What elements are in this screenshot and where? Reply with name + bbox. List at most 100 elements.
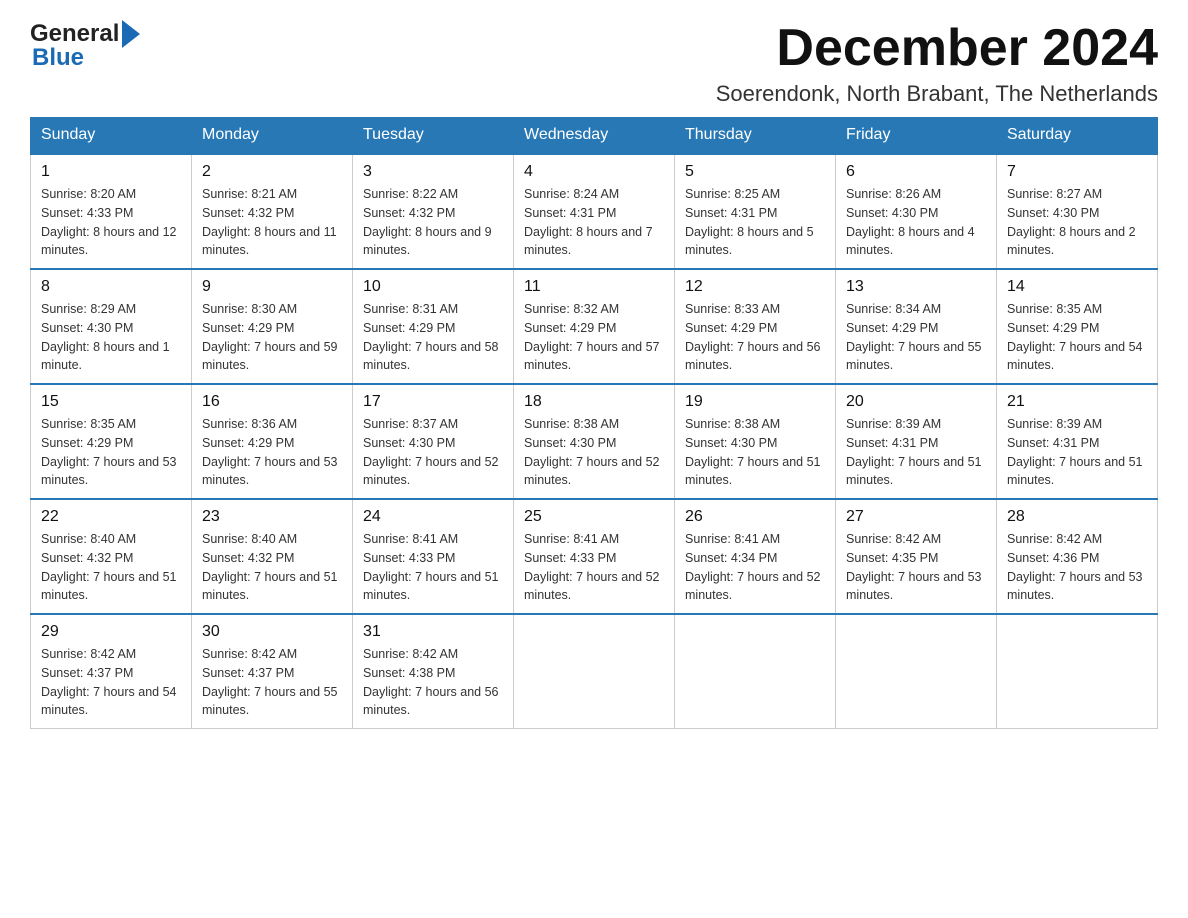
calendar-cell: 10 Sunrise: 8:31 AM Sunset: 4:29 PM Dayl… bbox=[353, 269, 514, 384]
calendar-cell: 26 Sunrise: 8:41 AM Sunset: 4:34 PM Dayl… bbox=[675, 499, 836, 614]
day-info: Sunrise: 8:40 AM Sunset: 4:32 PM Dayligh… bbox=[202, 530, 342, 605]
day-info: Sunrise: 8:35 AM Sunset: 4:29 PM Dayligh… bbox=[1007, 300, 1147, 375]
calendar-cell: 29 Sunrise: 8:42 AM Sunset: 4:37 PM Dayl… bbox=[31, 614, 192, 729]
logo-triangle-icon bbox=[122, 20, 140, 48]
day-info: Sunrise: 8:39 AM Sunset: 4:31 PM Dayligh… bbox=[846, 415, 986, 490]
day-info: Sunrise: 8:38 AM Sunset: 4:30 PM Dayligh… bbox=[524, 415, 664, 490]
page-header: General Blue December 2024 Soerendonk, N… bbox=[30, 20, 1158, 107]
day-info: Sunrise: 8:20 AM Sunset: 4:33 PM Dayligh… bbox=[41, 185, 181, 260]
calendar-cell: 22 Sunrise: 8:40 AM Sunset: 4:32 PM Dayl… bbox=[31, 499, 192, 614]
calendar-cell: 27 Sunrise: 8:42 AM Sunset: 4:35 PM Dayl… bbox=[836, 499, 997, 614]
day-info: Sunrise: 8:27 AM Sunset: 4:30 PM Dayligh… bbox=[1007, 185, 1147, 260]
calendar-cell: 11 Sunrise: 8:32 AM Sunset: 4:29 PM Dayl… bbox=[514, 269, 675, 384]
calendar-cell: 20 Sunrise: 8:39 AM Sunset: 4:31 PM Dayl… bbox=[836, 384, 997, 499]
header-monday: Monday bbox=[192, 118, 353, 154]
calendar-cell: 4 Sunrise: 8:24 AM Sunset: 4:31 PM Dayli… bbox=[514, 154, 675, 270]
day-number: 13 bbox=[846, 278, 986, 296]
day-info: Sunrise: 8:40 AM Sunset: 4:32 PM Dayligh… bbox=[41, 530, 181, 605]
calendar-week-2: 8 Sunrise: 8:29 AM Sunset: 4:30 PM Dayli… bbox=[31, 269, 1158, 384]
calendar-cell bbox=[997, 614, 1158, 729]
calendar-week-4: 22 Sunrise: 8:40 AM Sunset: 4:32 PM Dayl… bbox=[31, 499, 1158, 614]
day-number: 25 bbox=[524, 508, 664, 526]
month-title: December 2024 bbox=[716, 20, 1158, 77]
calendar-cell: 30 Sunrise: 8:42 AM Sunset: 4:37 PM Dayl… bbox=[192, 614, 353, 729]
day-number: 11 bbox=[524, 278, 664, 296]
day-number: 9 bbox=[202, 278, 342, 296]
calendar-cell: 13 Sunrise: 8:34 AM Sunset: 4:29 PM Dayl… bbox=[836, 269, 997, 384]
day-number: 10 bbox=[363, 278, 503, 296]
calendar-cell bbox=[836, 614, 997, 729]
day-number: 3 bbox=[363, 163, 503, 181]
day-number: 23 bbox=[202, 508, 342, 526]
day-number: 14 bbox=[1007, 278, 1147, 296]
day-info: Sunrise: 8:42 AM Sunset: 4:35 PM Dayligh… bbox=[846, 530, 986, 605]
calendar-cell: 25 Sunrise: 8:41 AM Sunset: 4:33 PM Dayl… bbox=[514, 499, 675, 614]
day-info: Sunrise: 8:32 AM Sunset: 4:29 PM Dayligh… bbox=[524, 300, 664, 375]
day-number: 24 bbox=[363, 508, 503, 526]
day-info: Sunrise: 8:25 AM Sunset: 4:31 PM Dayligh… bbox=[685, 185, 825, 260]
calendar-cell: 16 Sunrise: 8:36 AM Sunset: 4:29 PM Dayl… bbox=[192, 384, 353, 499]
calendar-cell: 1 Sunrise: 8:20 AM Sunset: 4:33 PM Dayli… bbox=[31, 154, 192, 270]
header-thursday: Thursday bbox=[675, 118, 836, 154]
calendar-cell bbox=[514, 614, 675, 729]
day-number: 1 bbox=[41, 163, 181, 181]
day-info: Sunrise: 8:37 AM Sunset: 4:30 PM Dayligh… bbox=[363, 415, 503, 490]
day-number: 5 bbox=[685, 163, 825, 181]
day-info: Sunrise: 8:35 AM Sunset: 4:29 PM Dayligh… bbox=[41, 415, 181, 490]
calendar-cell: 21 Sunrise: 8:39 AM Sunset: 4:31 PM Dayl… bbox=[997, 384, 1158, 499]
day-number: 19 bbox=[685, 393, 825, 411]
day-info: Sunrise: 8:42 AM Sunset: 4:38 PM Dayligh… bbox=[363, 645, 503, 720]
day-info: Sunrise: 8:31 AM Sunset: 4:29 PM Dayligh… bbox=[363, 300, 503, 375]
day-number: 22 bbox=[41, 508, 181, 526]
day-info: Sunrise: 8:21 AM Sunset: 4:32 PM Dayligh… bbox=[202, 185, 342, 260]
calendar-cell: 6 Sunrise: 8:26 AM Sunset: 4:30 PM Dayli… bbox=[836, 154, 997, 270]
header-saturday: Saturday bbox=[997, 118, 1158, 154]
day-info: Sunrise: 8:42 AM Sunset: 4:37 PM Dayligh… bbox=[41, 645, 181, 720]
day-info: Sunrise: 8:41 AM Sunset: 4:33 PM Dayligh… bbox=[363, 530, 503, 605]
header-tuesday: Tuesday bbox=[353, 118, 514, 154]
day-number: 30 bbox=[202, 623, 342, 641]
day-info: Sunrise: 8:36 AM Sunset: 4:29 PM Dayligh… bbox=[202, 415, 342, 490]
calendar-cell: 5 Sunrise: 8:25 AM Sunset: 4:31 PM Dayli… bbox=[675, 154, 836, 270]
day-info: Sunrise: 8:38 AM Sunset: 4:30 PM Dayligh… bbox=[685, 415, 825, 490]
logo: General Blue bbox=[30, 20, 140, 72]
day-number: 16 bbox=[202, 393, 342, 411]
calendar-cell: 31 Sunrise: 8:42 AM Sunset: 4:38 PM Dayl… bbox=[353, 614, 514, 729]
day-info: Sunrise: 8:30 AM Sunset: 4:29 PM Dayligh… bbox=[202, 300, 342, 375]
title-area: December 2024 Soerendonk, North Brabant,… bbox=[716, 20, 1158, 107]
calendar-cell: 15 Sunrise: 8:35 AM Sunset: 4:29 PM Dayl… bbox=[31, 384, 192, 499]
day-info: Sunrise: 8:22 AM Sunset: 4:32 PM Dayligh… bbox=[363, 185, 503, 260]
calendar-cell: 17 Sunrise: 8:37 AM Sunset: 4:30 PM Dayl… bbox=[353, 384, 514, 499]
day-info: Sunrise: 8:42 AM Sunset: 4:36 PM Dayligh… bbox=[1007, 530, 1147, 605]
day-number: 18 bbox=[524, 393, 664, 411]
calendar-cell: 24 Sunrise: 8:41 AM Sunset: 4:33 PM Dayl… bbox=[353, 499, 514, 614]
day-number: 26 bbox=[685, 508, 825, 526]
calendar-cell: 14 Sunrise: 8:35 AM Sunset: 4:29 PM Dayl… bbox=[997, 269, 1158, 384]
header-wednesday: Wednesday bbox=[514, 118, 675, 154]
header-sunday: Sunday bbox=[31, 118, 192, 154]
day-info: Sunrise: 8:42 AM Sunset: 4:37 PM Dayligh… bbox=[202, 645, 342, 720]
calendar-cell: 3 Sunrise: 8:22 AM Sunset: 4:32 PM Dayli… bbox=[353, 154, 514, 270]
day-number: 29 bbox=[41, 623, 181, 641]
calendar-cell: 18 Sunrise: 8:38 AM Sunset: 4:30 PM Dayl… bbox=[514, 384, 675, 499]
header-friday: Friday bbox=[836, 118, 997, 154]
calendar-cell bbox=[675, 614, 836, 729]
location-subtitle: Soerendonk, North Brabant, The Netherlan… bbox=[716, 81, 1158, 107]
calendar-week-5: 29 Sunrise: 8:42 AM Sunset: 4:37 PM Dayl… bbox=[31, 614, 1158, 729]
calendar-cell: 9 Sunrise: 8:30 AM Sunset: 4:29 PM Dayli… bbox=[192, 269, 353, 384]
calendar-cell: 2 Sunrise: 8:21 AM Sunset: 4:32 PM Dayli… bbox=[192, 154, 353, 270]
calendar-cell: 8 Sunrise: 8:29 AM Sunset: 4:30 PM Dayli… bbox=[31, 269, 192, 384]
calendar-table: Sunday Monday Tuesday Wednesday Thursday… bbox=[30, 117, 1158, 729]
day-number: 27 bbox=[846, 508, 986, 526]
day-number: 15 bbox=[41, 393, 181, 411]
day-number: 8 bbox=[41, 278, 181, 296]
day-number: 31 bbox=[363, 623, 503, 641]
day-number: 17 bbox=[363, 393, 503, 411]
days-header-row: Sunday Monday Tuesday Wednesday Thursday… bbox=[31, 118, 1158, 154]
day-info: Sunrise: 8:33 AM Sunset: 4:29 PM Dayligh… bbox=[685, 300, 825, 375]
calendar-cell: 23 Sunrise: 8:40 AM Sunset: 4:32 PM Dayl… bbox=[192, 499, 353, 614]
day-info: Sunrise: 8:29 AM Sunset: 4:30 PM Dayligh… bbox=[41, 300, 181, 375]
day-info: Sunrise: 8:41 AM Sunset: 4:34 PM Dayligh… bbox=[685, 530, 825, 605]
day-info: Sunrise: 8:41 AM Sunset: 4:33 PM Dayligh… bbox=[524, 530, 664, 605]
day-info: Sunrise: 8:26 AM Sunset: 4:30 PM Dayligh… bbox=[846, 185, 986, 260]
